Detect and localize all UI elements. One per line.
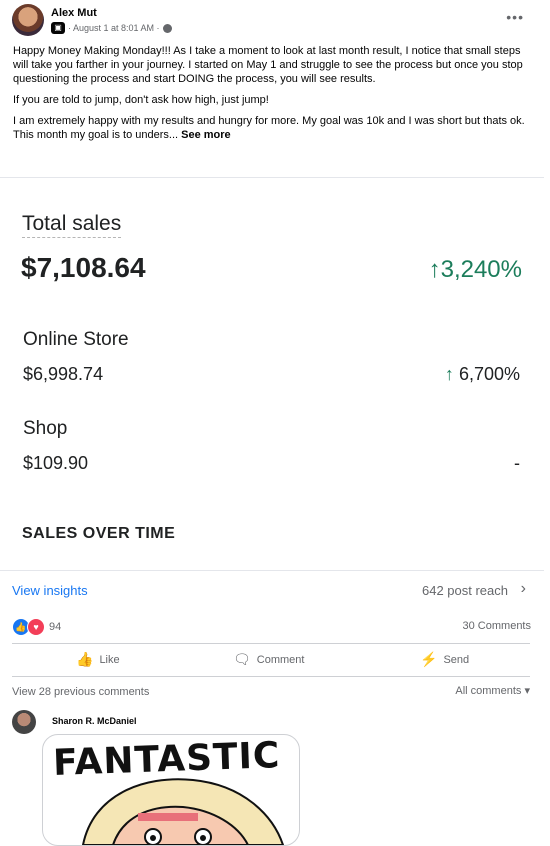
online-store-change-value: 6,700% <box>458 364 520 384</box>
post-meta: ▣ · August 1 at 8:01 AM · <box>51 22 172 34</box>
divider <box>12 676 530 677</box>
comments-count[interactable]: 30 Comments <box>463 620 531 632</box>
total-change-value: 3,240% <box>440 256 522 283</box>
comment-button[interactable]: 🗨 Comment <box>233 651 304 668</box>
divider <box>12 643 530 644</box>
total-sales-label: Total sales <box>22 212 122 238</box>
more-options-button[interactable]: ••• <box>506 9 524 25</box>
send-button[interactable]: ⚡ Send <box>420 651 469 668</box>
like-label: Like <box>99 653 120 666</box>
total-sales-change: ↑3,240% <box>429 256 522 284</box>
send-label: Send <box>443 653 470 666</box>
sticker-illustration <box>81 778 285 845</box>
shop-label: Shop <box>23 418 68 439</box>
shop-value: $109.90 <box>23 453 89 473</box>
post-text: Happy Money Making Monday!!! As I take a… <box>13 44 528 149</box>
chevron-right-icon[interactable]: › <box>521 580 526 598</box>
love-reaction-icon: ♥ <box>27 618 45 636</box>
post-header: Alex Mut ▣ · August 1 at 8:01 AM · ••• <box>0 0 550 44</box>
post-paragraph-text: I am extremely happy with my results and… <box>13 115 525 141</box>
see-more-link[interactable]: See more <box>181 129 231 141</box>
online-store-label: Online Store <box>23 329 129 350</box>
post-paragraph: If you are told to jump, don't ask how h… <box>13 94 269 106</box>
sales-over-time-heading: SALES OVER TIME <box>22 525 176 542</box>
author-name[interactable]: Alex Mut <box>51 7 97 19</box>
insights-bar: View insights 642 post reach › <box>0 570 544 610</box>
post-date[interactable]: · August 1 at 8:01 AM · <box>68 23 160 33</box>
view-insights-link[interactable]: View insights <box>12 583 88 598</box>
post-reach[interactable]: 642 post reach <box>422 583 508 598</box>
caret-down-icon: ▾ <box>524 685 530 697</box>
like-button[interactable]: 👍 Like <box>76 651 120 668</box>
up-arrow-icon: ↑ <box>444 364 454 384</box>
up-arrow-icon: ↑ <box>428 256 441 283</box>
post-paragraph: Happy Money Making Monday!!! As I take a… <box>13 45 523 85</box>
comment-filter-label: All comments <box>455 685 522 697</box>
messenger-icon: ⚡ <box>420 651 438 667</box>
total-sales-value: $7,108.64 <box>21 252 146 283</box>
comment-label: Comment <box>256 653 305 666</box>
author-avatar[interactable] <box>12 4 44 36</box>
comment-filter-dropdown[interactable]: All comments ▾ <box>455 684 530 697</box>
view-previous-comments-link[interactable]: View 28 previous comments <box>12 686 149 698</box>
commenter-name[interactable]: Sharon R. McDaniel <box>52 716 137 726</box>
comment-bubble-icon: 🗨 <box>233 651 251 667</box>
group-badge-icon: ▣ <box>51 22 65 34</box>
commenter-avatar[interactable] <box>12 710 36 734</box>
online-store-change: ↑ 6,700% <box>445 364 520 385</box>
thumbs-up-icon: 👍 <box>76 651 94 667</box>
globe-icon <box>162 23 172 33</box>
reaction-count: 94 <box>49 621 62 633</box>
reactions-summary[interactable]: 👍 ♥ 94 <box>12 618 61 636</box>
post-paragraph: I am extremely happy with my results and… <box>13 114 528 142</box>
shop-change: - <box>514 453 520 473</box>
sticker-comment: FANTASTIC <box>42 734 300 846</box>
post-image[interactable]: Total sales $7,108.64 ↑3,240% Online Sto… <box>0 177 544 571</box>
online-store-value: $6,998.74 <box>23 364 104 384</box>
